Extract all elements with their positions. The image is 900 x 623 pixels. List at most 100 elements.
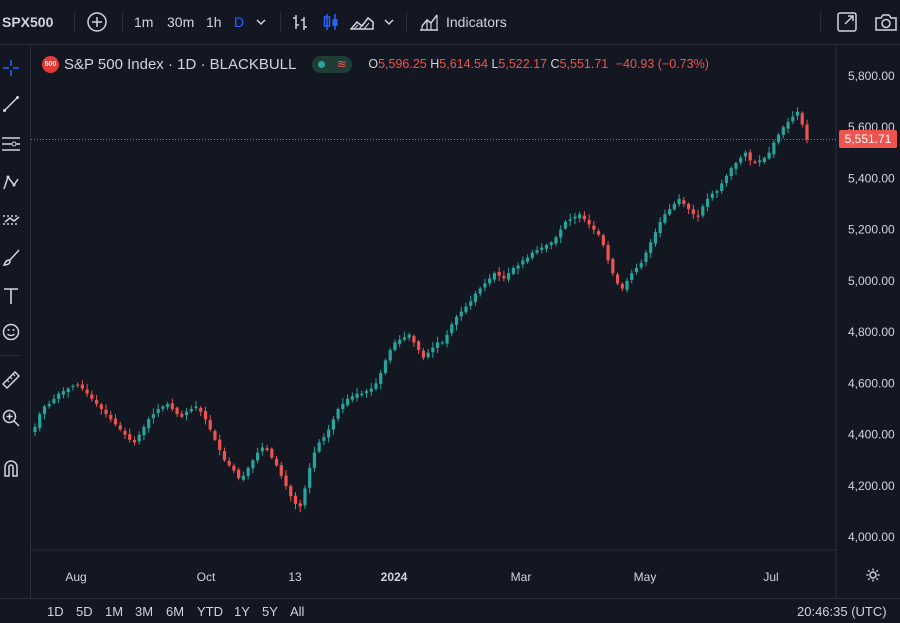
- candle-body: [639, 262, 643, 268]
- candle-body: [753, 161, 757, 163]
- chart-settings-button[interactable]: [865, 567, 883, 585]
- range-5y[interactable]: 5Y: [262, 599, 278, 623]
- candle-body: [445, 334, 449, 344]
- candle-body: [350, 396, 354, 400]
- magnet-tool[interactable]: [0, 457, 22, 479]
- candle-body: [341, 403, 345, 410]
- interval-1h[interactable]: 1h: [206, 0, 222, 44]
- candle-body: [653, 232, 658, 244]
- chart-area[interactable]: 4,000.00 4,200.00 4,400.00 4,600.00 4,800.00…: [31, 45, 900, 600]
- candle-body: [715, 191, 719, 193]
- interval-1h-label: 1h: [206, 14, 222, 30]
- candle-body: [696, 215, 700, 217]
- candle-body: [166, 403, 170, 407]
- range-3m[interactable]: 3M: [135, 599, 153, 623]
- candle-body: [597, 231, 601, 235]
- interval-dropdown[interactable]: [255, 0, 267, 44]
- candle-body: [232, 465, 236, 471]
- candle-body: [748, 152, 752, 161]
- fib-tool[interactable]: [0, 133, 22, 155]
- candle-body: [507, 273, 511, 280]
- time-axis-label: 2024: [381, 570, 408, 584]
- candle-body: [686, 203, 691, 210]
- range-6m[interactable]: 6M: [166, 599, 184, 623]
- crosshair-tool[interactable]: [0, 57, 22, 79]
- emoji-tool[interactable]: [0, 321, 22, 343]
- chevron-down-icon: [256, 19, 266, 26]
- waves-icon: ≋: [336, 57, 347, 71]
- chart-type-dropdown[interactable]: [383, 0, 395, 44]
- price-axis-label: 4,800.00: [848, 325, 895, 339]
- candle-body: [705, 198, 710, 207]
- interval-30m[interactable]: 30m: [167, 0, 194, 44]
- range-1m[interactable]: 1M: [105, 599, 123, 623]
- candle-body: [227, 460, 231, 466]
- clock-label: 20:46:35 (UTC): [797, 603, 887, 619]
- candle-body: [672, 203, 676, 210]
- range-1d[interactable]: 1D: [47, 599, 64, 623]
- candle-body: [360, 393, 364, 396]
- measure-tool[interactable]: [0, 369, 22, 391]
- candle-body: [147, 419, 151, 429]
- candle-body: [682, 200, 686, 204]
- interval-1m[interactable]: 1m: [134, 0, 153, 44]
- text-icon: [4, 288, 18, 304]
- symbol-badge: 500: [42, 55, 59, 73]
- time-axis-label: 13: [288, 570, 302, 584]
- range-ytd[interactable]: YTD: [197, 599, 223, 623]
- symbol-search[interactable]: SPX500: [2, 0, 53, 44]
- close-label: C: [550, 57, 560, 71]
- low-value: 5,522.17: [498, 57, 548, 71]
- candle-body: [270, 448, 274, 458]
- candle-body: [388, 350, 392, 361]
- snapshot-button[interactable]: [874, 0, 898, 44]
- candle-body: [630, 273, 634, 280]
- top-toolbar: SPX500 1m 30m 1h D Indicators: [0, 0, 900, 45]
- candle-body: [592, 225, 596, 230]
- bar-chart-type-button[interactable]: [290, 0, 310, 44]
- candle-body: [407, 334, 411, 338]
- candle-body: [327, 429, 331, 438]
- gear-icon: [866, 568, 880, 582]
- compare-button[interactable]: [86, 0, 108, 44]
- zoom-tool[interactable]: [0, 407, 22, 429]
- fullscreen-button[interactable]: [836, 0, 858, 44]
- legend-status-toggle[interactable]: ≋: [312, 55, 353, 73]
- open-label: O: [368, 57, 379, 71]
- interval-30m-label: 30m: [167, 14, 195, 30]
- range-5d[interactable]: 5D: [76, 599, 93, 623]
- candle-body: [118, 425, 122, 430]
- range-all[interactable]: All: [290, 599, 304, 623]
- candle-body: [663, 214, 667, 223]
- candle-body: [582, 215, 586, 220]
- pattern-tool[interactable]: [0, 171, 22, 193]
- time-axis-label: May: [634, 570, 657, 584]
- candle-body: [644, 252, 648, 263]
- candle-body: [42, 406, 47, 415]
- clock-timezone[interactable]: 20:46:35 (UTC): [797, 599, 887, 623]
- candle-body: [786, 121, 790, 129]
- trend-line-tool[interactable]: [0, 93, 22, 115]
- forecast-tool[interactable]: [0, 209, 22, 231]
- candle-body: [175, 407, 179, 415]
- area-chart-type-button[interactable]: [350, 0, 374, 44]
- range-1d-label: 1D: [47, 603, 64, 619]
- range-1y[interactable]: 1Y: [234, 599, 250, 623]
- indicators-icon: [420, 14, 438, 31]
- candles-chart-type-button[interactable]: [321, 0, 341, 44]
- candle-body: [729, 168, 733, 177]
- interval-d[interactable]: D: [234, 0, 244, 44]
- candle-body: [412, 336, 416, 343]
- price-chart[interactable]: 4,000.00 4,200.00 4,400.00 4,600.00 4,800.00…: [31, 45, 900, 600]
- text-tool[interactable]: [0, 285, 22, 307]
- candle-body: [80, 384, 84, 389]
- candle-body: [402, 337, 407, 340]
- legend-title[interactable]: S&P 500 Index · 1D · BLACKBULL: [64, 56, 296, 73]
- brush-tool[interactable]: [0, 247, 22, 269]
- range-5y-label: 5Y: [262, 603, 278, 619]
- candle-body: [71, 385, 75, 388]
- candle-body: [743, 152, 748, 157]
- indicators-button[interactable]: Indicators: [418, 0, 507, 44]
- candle-body: [52, 398, 56, 404]
- candle-body: [99, 404, 103, 410]
